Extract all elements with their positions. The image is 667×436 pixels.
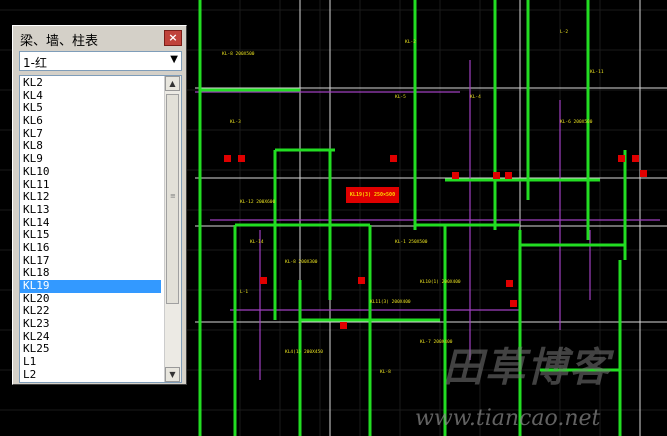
list-item[interactable]: KL6 — [20, 114, 161, 128]
cad-label: KL-2 — [405, 40, 416, 45]
cad-label: KL-12 200X600 — [240, 200, 276, 205]
layer-select[interactable]: 1-红 ▼ — [19, 51, 182, 71]
cad-label: KL-8 200X500 — [222, 52, 255, 57]
scroll-thumb[interactable]: ≡ — [166, 94, 179, 304]
column-marker — [390, 155, 397, 162]
close-icon[interactable]: × — [164, 30, 182, 46]
list-item[interactable]: KL9 — [20, 152, 161, 166]
list-scrollbar[interactable]: ▲ ≡ ▼ — [164, 76, 181, 382]
column-marker — [493, 172, 500, 179]
chevron-down-icon[interactable]: ▼ — [170, 54, 178, 65]
beam-wall-column-palette: 梁、墙、柱表 × 1-红 ▼ KL2 KL4 KL5 KL6 KL7 KL8 KL9 KL10… — [12, 25, 187, 385]
column-marker — [260, 277, 267, 284]
list-item[interactable]: KL19 — [20, 279, 161, 293]
column-marker — [340, 322, 347, 329]
cad-label: KL-8 — [380, 370, 391, 375]
cad-label: KL-3 — [230, 120, 241, 125]
list-item[interactable]: KL10 — [20, 165, 161, 179]
cad-label: KL10(1) 200X400 — [420, 280, 461, 285]
grip-icon: ≡ — [170, 192, 176, 200]
cad-label: KL11(3) 200X400 — [370, 300, 411, 305]
cad-label: KL-14 — [250, 240, 264, 245]
cad-label: KL-11 — [590, 70, 604, 75]
column-marker — [618, 155, 625, 162]
column-marker — [632, 155, 639, 162]
list-item[interactable]: KL16 — [20, 241, 161, 255]
cad-label: KL-8 200X300 — [285, 260, 318, 265]
list-item[interactable]: L2 — [20, 368, 161, 382]
list-item[interactable]: KL13 — [20, 203, 161, 217]
column-marker — [640, 170, 647, 177]
cad-label: KL4(1) 200X450 — [285, 350, 323, 355]
column-marker — [224, 155, 231, 162]
cad-label: KL-5 — [395, 95, 406, 100]
column-marker — [506, 280, 513, 287]
list-item[interactable]: L1 — [20, 355, 161, 369]
cad-label: L-2 — [560, 30, 569, 35]
cad-label: KL-6 200X500 — [560, 120, 593, 125]
list-item[interactable]: KL2 — [20, 76, 161, 90]
scroll-down-icon[interactable]: ▼ — [165, 367, 180, 382]
cad-label: KL-1 250X500 — [395, 240, 428, 245]
watermark-url: www.tiancao.net — [415, 406, 601, 431]
layer-select-value: 1-红 — [23, 56, 47, 70]
scroll-up-icon[interactable]: ▲ — [165, 76, 180, 91]
beam-list[interactable]: KL2 KL4 KL5 KL6 KL7 KL8 KL9 KL10 KL11 KL12 KL13 KL1… — [19, 75, 182, 383]
watermark-logo: 田草博客 — [443, 345, 611, 391]
cad-label: L-1 — [240, 290, 249, 295]
list-item[interactable]: KL23 — [20, 317, 161, 331]
list-item[interactable]: KL25 — [20, 343, 161, 356]
highlighted-beam-label[interactable]: KL19(3) 250×500 — [346, 187, 399, 203]
list-item[interactable]: KL12 — [20, 190, 161, 204]
column-marker — [238, 155, 245, 162]
palette-title: 梁、墙、柱表 — [20, 34, 99, 49]
column-marker — [358, 277, 365, 284]
column-marker — [505, 172, 512, 179]
cad-label: KL-4 — [470, 95, 481, 100]
column-marker — [452, 172, 459, 179]
column-marker — [510, 300, 517, 307]
palette-titlebar[interactable]: 梁、墙、柱表 × — [15, 28, 184, 49]
